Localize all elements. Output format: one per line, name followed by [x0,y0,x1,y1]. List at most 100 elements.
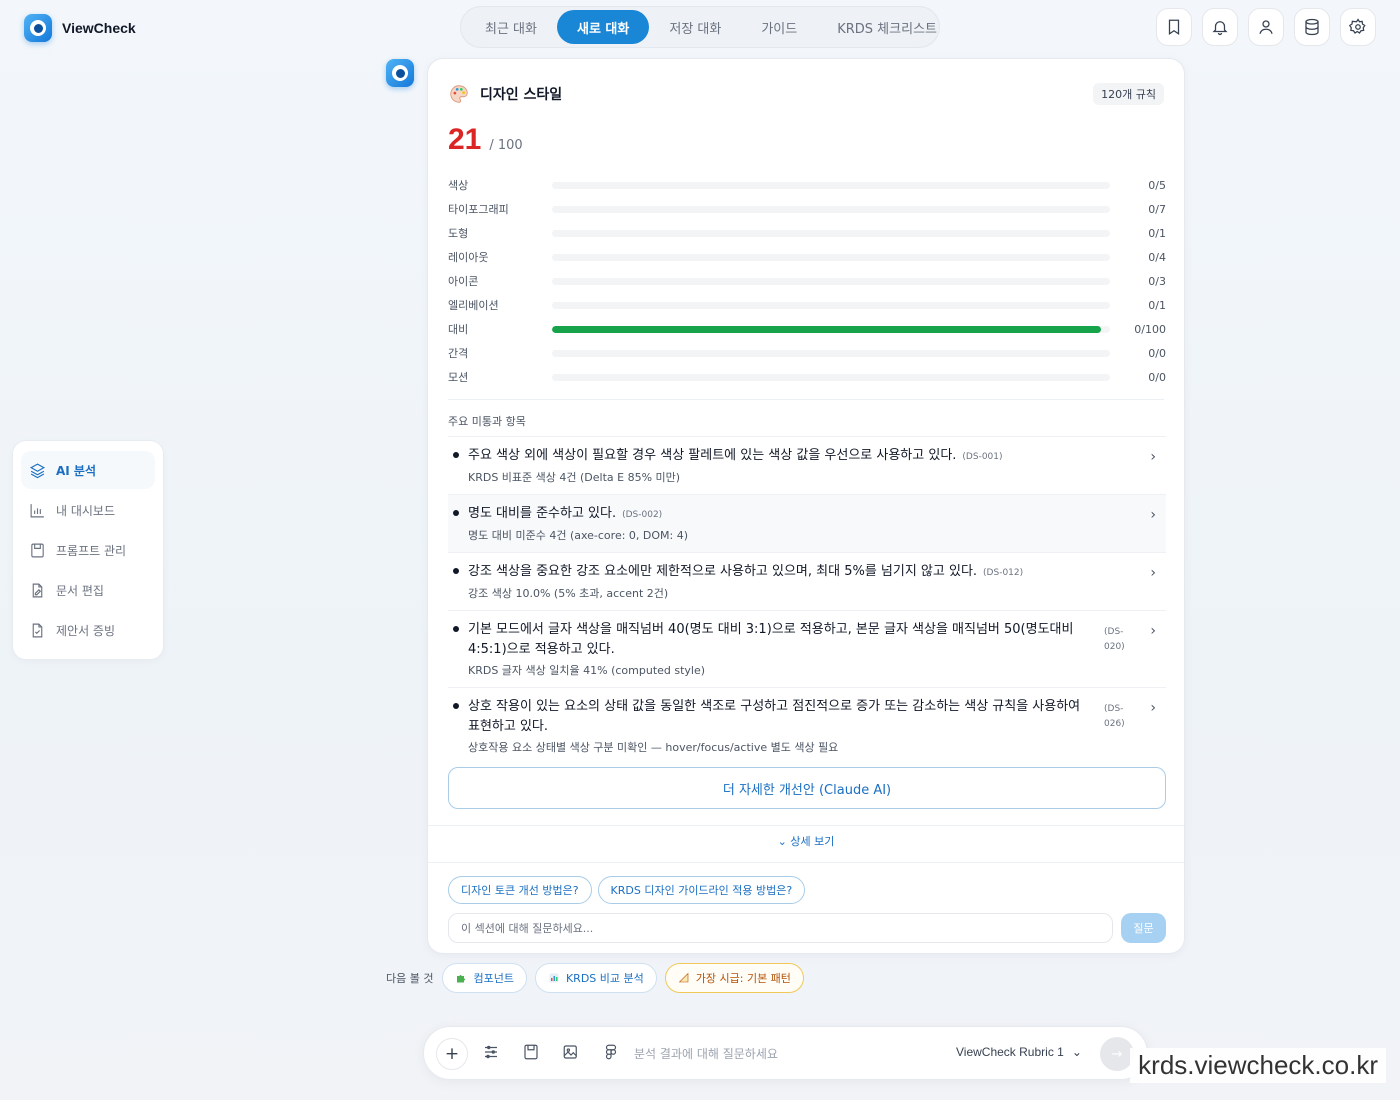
assistant-avatar-icon [386,59,414,87]
category-bar-row: 대비 0/100 [448,317,1166,341]
next-chip-components[interactable]: 컴포넌트 [442,963,527,993]
category-label: 타이포그래피 [448,203,509,216]
database-button[interactable] [1294,8,1330,46]
issue-row-ds-020[interactable]: 기본 모드에서 글자 색상을 매직넘버 40(명도 대비 3:1)으로 적용하고… [448,610,1166,687]
sliders-icon [485,1045,497,1059]
next-chip-urgent-pattern[interactable]: 가장 시급: 기본 패턴 [664,963,804,993]
sidebar-item-ai-analysis[interactable]: AI 분석 [21,451,155,489]
issue-row-ds-002[interactable]: 명도 대비를 준수하고 있다. (DS-002) 명도 대비 미준수 4건 (ax… [448,494,1166,552]
category-bars: 색상 0/5 타이포그래피 0/7 도형 0/1 레이아웃 0/4 아이콘 0/3 엘리베이션 0/1… [448,173,1166,389]
sidebar-item-label: 내 대시보드 [56,503,116,518]
send-button[interactable]: → [1100,1037,1134,1071]
category-label: 레이아웃 [448,251,489,264]
sidebar-item-label: AI 분석 [56,463,97,478]
claude-improvement-button[interactable]: 더 자세한 개선안 (Claude AI) [448,767,1166,809]
progress-track [552,181,1110,189]
sidebar-item-prompts[interactable]: 프롬프트 관리 [21,531,155,569]
save-prompt-button[interactable] [522,1043,542,1063]
category-label: 엘리베이션 [448,299,499,312]
category-label: 색상 [448,179,469,192]
show-details-toggle[interactable]: ⌄ 상세 보기 [428,833,1184,849]
sidebar-item-label: 제안서 증빙 [56,623,116,638]
issue-detail: KRDS 비표준 색상 4건 (Delta E 85% 미만) [468,471,681,484]
brand-name: ViewCheck [62,20,136,36]
category-score: 0/1 [1148,226,1166,240]
document-edit-icon [32,583,43,597]
issue-detail: 명도 대비 미준수 4건 (axe-core: 0, DOM: 4) [468,529,689,542]
section-question-input[interactable] [448,913,1113,943]
category-bar-row: 색상 0/5 [448,173,1166,197]
issue-code: (DS-020) [1104,627,1125,652]
section-question-row: 질문 [448,913,1166,943]
issue-row-ds-012[interactable]: 강조 색상을 중요한 강조 요소에만 제한적으로 사용하고 있으며, 최대 5%… [448,552,1166,610]
sidebar-item-label: 문서 편집 [56,583,104,598]
progress-track [552,301,1110,309]
progress-track [552,205,1110,213]
image-upload-button[interactable] [562,1043,582,1063]
suggestion-chip-krds[interactable]: KRDS 디자인 가이드라인 적용 방법은? [597,876,806,904]
score-value: 21 [448,123,482,156]
card-title: 디자인 스타일 [480,87,563,103]
next-steps-label: 다음 볼 것 [386,972,434,985]
issue-code: (DS-026) [1104,704,1125,729]
sidebar-item-dashboard[interactable]: 내 대시보드 [21,491,155,529]
add-attachment-button[interactable]: + [436,1038,468,1070]
sidebar-item-proposal-evidence[interactable]: 제안서 증빙 [21,611,155,649]
sidebar-item-doc-edit[interactable]: 문서 편집 [21,571,155,609]
ruler-icon [678,972,689,983]
bookmark-button[interactable] [1156,8,1192,46]
category-score: 0/3 [1148,274,1166,288]
issue-text: 기본 모드에서 글자 색상을 매직넘버 40(명도 대비 3:1)으로 적용하고… [468,622,1074,657]
progress-track [552,253,1110,261]
arrow-right-icon: → [1111,1046,1123,1062]
layers-icon [29,462,46,478]
chevron-right-icon: › [1150,623,1156,639]
divider [428,825,1184,826]
tab-guide[interactable]: 가이드 [741,10,817,44]
palette-icon [450,85,468,103]
bookmark-icon [1168,19,1180,35]
top-bar: ViewCheck 최근 대화 새로 대화 저장 대화 가이드 KRDS 체크리… [0,0,1400,56]
divider [448,399,1164,400]
notifications-button[interactable] [1202,8,1238,46]
category-bar-row: 엘리베이션 0/1 [448,293,1166,317]
brand[interactable]: ViewCheck [24,14,136,42]
tab-new-chat[interactable]: 새로 대화 [556,10,650,44]
figma-icon [605,1044,617,1060]
ask-button[interactable]: 질문 [1121,913,1166,943]
tab-recent-chats[interactable]: 최근 대화 [465,10,557,44]
issue-row-ds-026[interactable]: 상호 작용이 있는 요소의 상태 값을 동일한 색조로 구성하고 점진적으로 증… [448,687,1166,764]
plus-icon: + [444,1044,460,1064]
next-chip-label: KRDS 비교 분석 [565,972,644,985]
user-icon [1259,20,1273,34]
category-bar-row: 도형 0/1 [448,221,1166,245]
document-check-icon [32,623,43,637]
category-score: 0/4 [1148,250,1166,264]
bar-chart-icon [30,503,44,517]
category-score: 0/0 [1148,346,1166,360]
top-actions [1156,8,1376,46]
progress-track [552,373,1110,381]
bullet-dot [453,568,459,574]
chevron-right-icon: › [1150,565,1156,581]
tab-saved-chats[interactable]: 저장 대화 [649,10,741,44]
main-tabs: 최근 대화 새로 대화 저장 대화 가이드 KRDS 체크리스트 [460,6,940,48]
composer-input[interactable] [634,1041,934,1067]
category-score: 0/100 [1134,322,1166,336]
category-bar-row: 아이콘 0/3 [448,269,1166,293]
category-score: 0/5 [1148,178,1166,192]
issue-detail: 강조 색상 10.0% (5% 초과, accent 2건) [468,587,669,600]
category-bar-row: 간격 0/0 [448,341,1166,365]
profile-button[interactable] [1248,8,1284,46]
suggestion-chips: 디자인 토큰 개선 방법은? KRDS 디자인 가이드라인 적용 방법은? [448,876,806,904]
next-chip-krds-compare[interactable]: KRDS 비교 분석 [534,963,657,993]
options-button[interactable] [482,1043,502,1063]
suggestion-chip-token[interactable]: 디자인 토큰 개선 방법은? [448,876,592,904]
model-select[interactable]: ViewCheck Rubric 1 ⌄ [956,1045,1082,1059]
category-label: 아이콘 [448,275,479,288]
sidebar-item-label: 프롬프트 관리 [56,543,127,558]
tab-krds-checklist[interactable]: KRDS 체크리스트 [817,10,957,44]
figma-button[interactable] [602,1043,622,1063]
settings-button[interactable] [1340,8,1376,46]
issue-row-ds-001[interactable]: 주요 색상 외에 색상이 필요할 경우 색상 팔레트에 있는 색상 값을 우선으… [448,436,1166,494]
